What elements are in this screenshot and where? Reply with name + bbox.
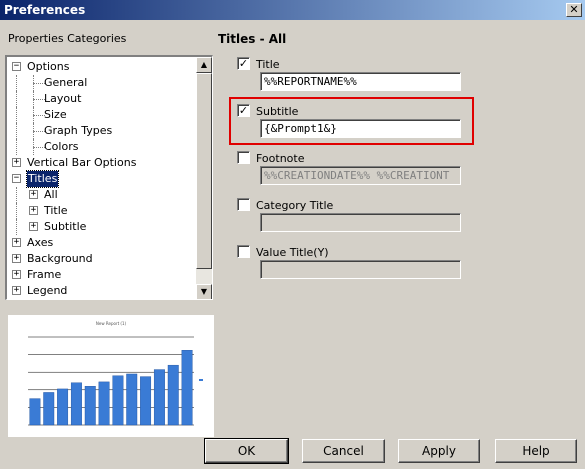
field-label: Category Title bbox=[256, 199, 334, 212]
tree-item[interactable]: + Vertical Bar Options bbox=[7, 155, 197, 171]
field-checkbox[interactable] bbox=[237, 245, 250, 258]
apply-button[interactable]: Apply bbox=[398, 439, 480, 463]
field-input[interactable]: %%REPORTNAME%% bbox=[260, 72, 461, 91]
chart-bar bbox=[153, 369, 165, 426]
tree-item[interactable]: + Title bbox=[7, 203, 197, 219]
chart-bar bbox=[70, 382, 82, 426]
tree-item[interactable]: + Subtitle bbox=[7, 219, 197, 235]
expand-icon[interactable]: + bbox=[29, 190, 38, 199]
tree-item-label: Title bbox=[44, 204, 68, 217]
tree-item-label: Layout bbox=[44, 92, 82, 105]
tree-item[interactable]: Size bbox=[7, 107, 197, 123]
collapse-icon[interactable]: − bbox=[12, 174, 21, 183]
chart-bar bbox=[181, 350, 193, 426]
field-input[interactable]: %%CREATIONDATE%% %%CREATIONT bbox=[260, 166, 461, 185]
tree-item[interactable]: + All bbox=[7, 187, 197, 203]
chart-bar bbox=[126, 373, 138, 426]
chart-bar bbox=[57, 388, 69, 426]
field-input[interactable] bbox=[260, 260, 461, 279]
field-label: Title bbox=[256, 58, 280, 71]
scroll-up-button[interactable]: ▲ bbox=[196, 57, 212, 73]
tree-item[interactable]: Colors bbox=[7, 139, 197, 155]
expand-icon[interactable]: + bbox=[12, 286, 21, 295]
field-input[interactable] bbox=[260, 213, 461, 232]
tree-item[interactable]: + Background bbox=[7, 251, 197, 267]
section-title: Titles - All bbox=[218, 32, 287, 46]
tree-item-label: Background bbox=[27, 252, 93, 265]
tree-item[interactable]: − Options bbox=[7, 59, 197, 75]
expand-icon[interactable]: + bbox=[12, 270, 21, 279]
field-checkbox[interactable] bbox=[237, 198, 250, 211]
tree-item-label: All bbox=[44, 188, 58, 201]
chart-bar bbox=[43, 392, 55, 426]
tree-scrollbar[interactable]: ▲ ▼ bbox=[196, 57, 212, 299]
tree-item-label: Graph Types bbox=[44, 124, 113, 137]
cancel-button[interactable]: Cancel bbox=[302, 439, 385, 463]
tree-item[interactable]: + Axes bbox=[7, 235, 197, 251]
tree-item-label: Frame bbox=[27, 268, 62, 281]
tree-item[interactable]: − Titles bbox=[7, 170, 197, 188]
tree-item-label: General bbox=[44, 76, 88, 89]
categories-tree[interactable]: − Options General Layout Size Graph Types Colo… bbox=[5, 55, 213, 300]
window-title: Preferences bbox=[4, 3, 86, 17]
chart-bar bbox=[140, 376, 152, 426]
close-button[interactable]: ✕ bbox=[566, 3, 582, 17]
expand-icon[interactable]: + bbox=[12, 254, 21, 263]
preview-chart: New Report (1) bbox=[28, 321, 203, 426]
tree-item[interactable]: Layout bbox=[7, 91, 197, 107]
field-label: Footnote bbox=[256, 152, 305, 165]
tree-item-label: Vertical Bar Options bbox=[27, 156, 137, 169]
field-checkbox[interactable] bbox=[237, 151, 250, 164]
expand-icon[interactable]: + bbox=[12, 238, 21, 247]
expand-icon[interactable]: + bbox=[29, 206, 38, 215]
tree-item-label: Subtitle bbox=[44, 220, 87, 233]
tree-item-label: Options bbox=[27, 60, 70, 73]
scroll-thumb[interactable] bbox=[196, 73, 212, 269]
chart-bar bbox=[167, 364, 179, 426]
scroll-down-icon: ▼ bbox=[200, 287, 208, 296]
tree-item[interactable]: General bbox=[7, 75, 197, 91]
tree-item[interactable]: + Legend bbox=[7, 283, 197, 299]
chart-bar bbox=[84, 386, 96, 426]
chart-bar bbox=[98, 381, 110, 426]
chart-bar bbox=[112, 375, 124, 426]
legend-swatch bbox=[199, 379, 203, 381]
expand-icon[interactable]: + bbox=[29, 222, 38, 231]
tree-item[interactable]: + Frame bbox=[7, 267, 197, 283]
tree-item[interactable]: Graph Types bbox=[7, 123, 197, 139]
field-label: Value Title(Y) bbox=[256, 246, 329, 259]
scroll-up-icon: ▲ bbox=[200, 60, 208, 69]
help-button[interactable]: Help bbox=[495, 439, 577, 463]
close-icon: ✕ bbox=[569, 3, 579, 16]
scroll-down-button[interactable]: ▼ bbox=[196, 284, 212, 299]
ok-button[interactable]: OK bbox=[204, 438, 289, 464]
expand-icon[interactable]: + bbox=[12, 158, 21, 167]
chart-preview: New Report (1) bbox=[8, 315, 214, 437]
tree-item-label: Size bbox=[44, 108, 67, 121]
tree-item-label: Colors bbox=[44, 140, 79, 153]
tree-content: − Options General Layout Size Graph Types Colo… bbox=[7, 57, 197, 299]
tree-item-label: Legend bbox=[27, 284, 68, 297]
tree-item-label: Axes bbox=[27, 236, 54, 249]
title-bar: Preferences ✕ bbox=[0, 0, 585, 20]
collapse-icon[interactable]: − bbox=[12, 62, 21, 71]
field-checkbox[interactable]: ✓ bbox=[237, 57, 250, 70]
chart-bar bbox=[29, 398, 41, 426]
tree-item-label: Titles bbox=[25, 170, 60, 188]
chart-title: New Report (1) bbox=[96, 321, 127, 326]
subtitle-highlight bbox=[229, 97, 474, 145]
categories-label: Properties Categories bbox=[8, 32, 127, 45]
